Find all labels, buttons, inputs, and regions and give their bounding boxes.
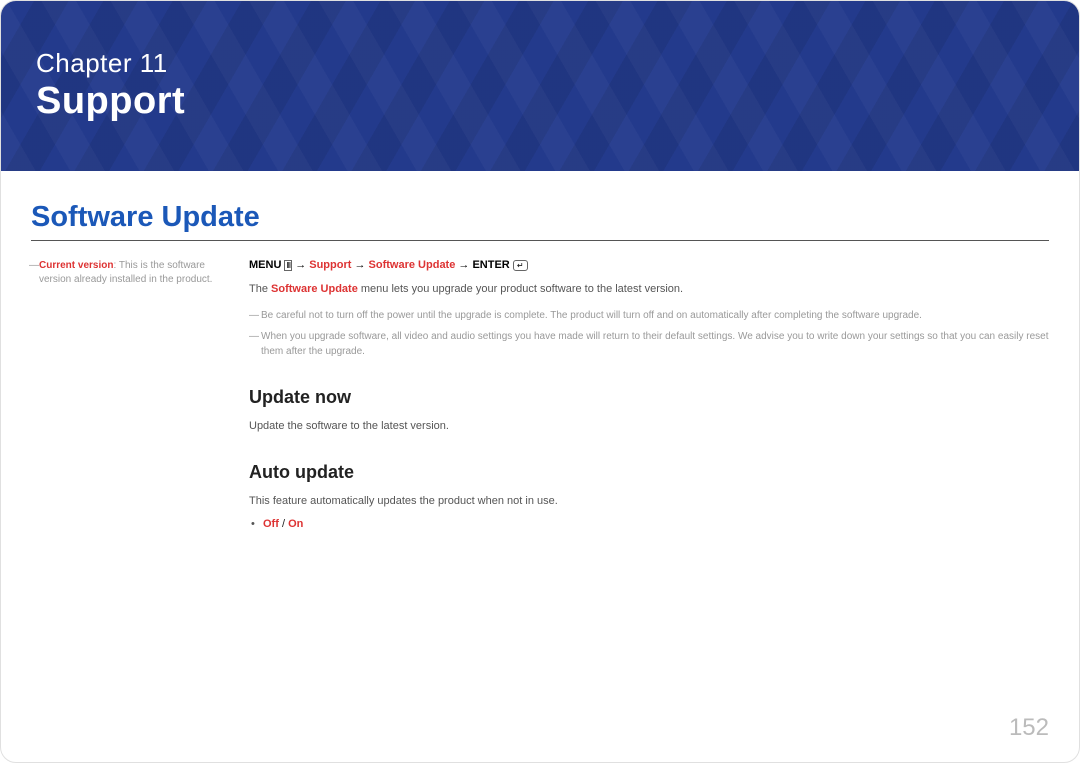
breadcrumb-enter: ENTER (472, 259, 509, 271)
bullet-on: On (288, 518, 303, 530)
dash-note-1: Be careful not to turn off the power unt… (249, 308, 1049, 323)
breadcrumb: MENU III → Support → Software Update → E… (249, 259, 1049, 271)
menu-icon: III (284, 260, 292, 271)
chapter-title: Support (36, 81, 1044, 123)
content-area: Software Update Current version: This is… (1, 171, 1079, 530)
section-text-auto-update: This feature automatically updates the p… (249, 493, 1049, 510)
breadcrumb-arrow-1: → (295, 259, 309, 271)
section-heading-update-now: Update now (249, 387, 1049, 408)
side-note-label: Current version (39, 260, 113, 271)
breadcrumb-arrow-2: → (354, 259, 368, 271)
side-note: Current version: This is the software ve… (31, 259, 231, 530)
chapter-label: Chapter 11 (36, 48, 1044, 79)
section-heading-auto-update: Auto update (249, 462, 1049, 483)
intro-highlight: Software Update (271, 283, 358, 295)
dash-note-2: When you upgrade software, all video and… (249, 329, 1049, 359)
intro-suffix: menu lets you upgrade your product softw… (358, 283, 683, 295)
breadcrumb-menu: MENU (249, 259, 281, 271)
page-number: 152 (1009, 714, 1049, 742)
intro-prefix: The (249, 283, 271, 295)
bullet-sep: / (279, 518, 288, 530)
section-text-update-now: Update the software to the latest versio… (249, 418, 1049, 435)
main-column: MENU III → Support → Software Update → E… (249, 259, 1049, 530)
body-wrapper: Current version: This is the software ve… (31, 259, 1049, 530)
page-container: Chapter 11 Support Software Update Curre… (0, 0, 1080, 763)
intro-line: The Software Update menu lets you upgrad… (249, 281, 1049, 298)
main-heading: Software Update (31, 201, 1049, 241)
breadcrumb-arrow-3: → (458, 259, 472, 271)
breadcrumb-support: Support (309, 259, 351, 271)
chapter-banner: Chapter 11 Support (1, 1, 1079, 171)
bullet-off-on: Off / On (249, 518, 1049, 530)
bullet-off: Off (263, 518, 279, 530)
breadcrumb-software-update: Software Update (369, 259, 456, 271)
enter-icon: ↵ (513, 260, 528, 271)
